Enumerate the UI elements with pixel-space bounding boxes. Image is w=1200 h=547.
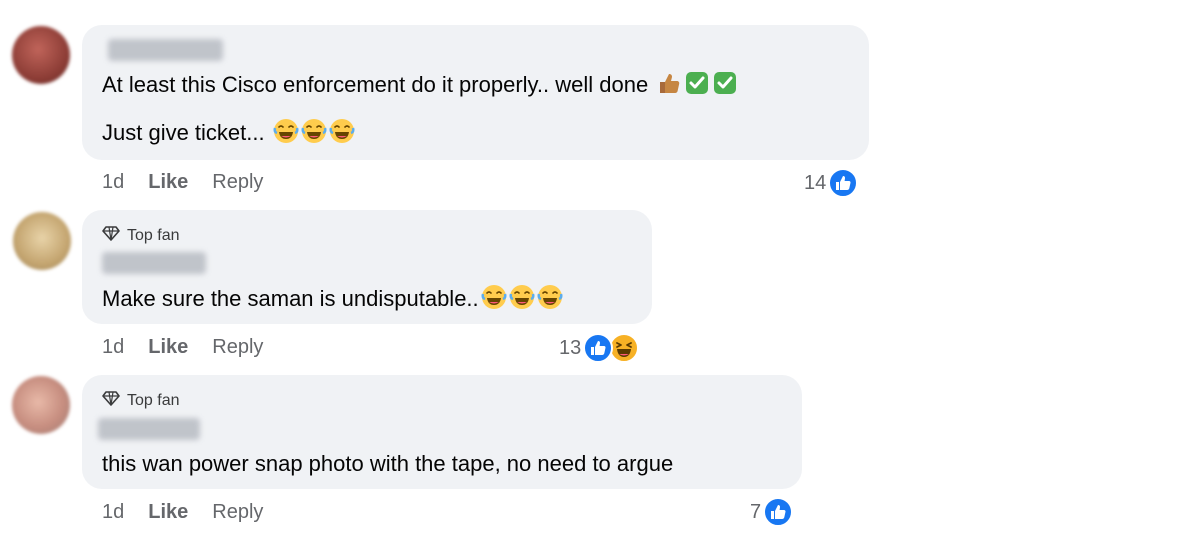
like-reaction-icon bbox=[583, 333, 614, 363]
top-fan-badge: Top fan bbox=[102, 389, 179, 412]
laughing-icon bbox=[481, 284, 507, 310]
comment-actions: 1d Like Reply bbox=[102, 336, 263, 359]
comment-actions: 1d Like Reply bbox=[102, 501, 263, 524]
reaction-summary[interactable]: 14 bbox=[804, 168, 859, 198]
comment-timestamp[interactable]: 1d bbox=[102, 171, 124, 194]
comment-text: Just give ticket... bbox=[102, 120, 265, 145]
reaction-count: 7 bbox=[750, 500, 762, 523]
reaction-summary[interactable]: 13 bbox=[559, 333, 640, 363]
reply-button[interactable]: Reply bbox=[212, 501, 263, 524]
diamond-icon bbox=[102, 389, 120, 412]
comment-text-line: Make sure the saman is undisputable.. bbox=[102, 284, 563, 313]
like-button[interactable]: Like bbox=[148, 336, 188, 359]
comment-text: this wan power snap photo with the tape,… bbox=[102, 451, 674, 476]
author-name[interactable] bbox=[108, 39, 223, 61]
comment-text-line: this wan power snap photo with the tape,… bbox=[102, 450, 673, 478]
comment-text: At least this Cisco enforcement do it pr… bbox=[102, 72, 649, 97]
laughing-icon bbox=[273, 118, 299, 144]
haha-reaction-icon bbox=[609, 333, 640, 363]
comment-text: Make sure the saman is undisputable.. bbox=[102, 286, 479, 311]
reaction-count: 14 bbox=[804, 171, 827, 194]
thumbs-up-icon bbox=[656, 70, 682, 96]
like-button[interactable]: Like bbox=[148, 171, 188, 194]
like-reaction-icon bbox=[828, 168, 859, 198]
laughing-icon bbox=[537, 284, 563, 310]
reply-button[interactable]: Reply bbox=[212, 336, 263, 359]
author-name[interactable] bbox=[98, 418, 200, 440]
avatar[interactable] bbox=[13, 212, 71, 270]
laughing-icon bbox=[509, 284, 535, 310]
comment-bubble: At least this Cisco enforcement do it pr… bbox=[82, 25, 869, 160]
comment-timestamp[interactable]: 1d bbox=[102, 336, 124, 359]
reaction-count: 13 bbox=[559, 336, 582, 359]
comment-bubble: Top fan Make sure the saman is undisputa… bbox=[82, 210, 652, 324]
check-icon bbox=[684, 70, 710, 96]
top-fan-label: Top fan bbox=[127, 391, 180, 409]
laughing-icon bbox=[329, 118, 355, 144]
laughing-icon bbox=[301, 118, 327, 144]
like-button[interactable]: Like bbox=[148, 501, 188, 524]
comment-timestamp[interactable]: 1d bbox=[102, 501, 124, 524]
top-fan-badge: Top fan bbox=[102, 224, 179, 247]
comment-bubble: Top fan this wan power snap photo with t… bbox=[82, 375, 802, 489]
check-icon bbox=[712, 70, 738, 96]
avatar[interactable] bbox=[12, 376, 70, 434]
comment-actions: 1d Like Reply bbox=[102, 171, 263, 194]
diamond-icon bbox=[102, 224, 120, 247]
like-reaction-icon bbox=[763, 497, 794, 527]
author-name[interactable] bbox=[102, 252, 206, 274]
reply-button[interactable]: Reply bbox=[212, 171, 263, 194]
comment-text-line: At least this Cisco enforcement do it pr… bbox=[102, 70, 738, 99]
top-fan-label: Top fan bbox=[127, 226, 180, 244]
comment-text-line: Just give ticket... bbox=[102, 118, 355, 147]
avatar[interactable] bbox=[12, 26, 70, 84]
reaction-summary[interactable]: 7 bbox=[750, 497, 794, 527]
